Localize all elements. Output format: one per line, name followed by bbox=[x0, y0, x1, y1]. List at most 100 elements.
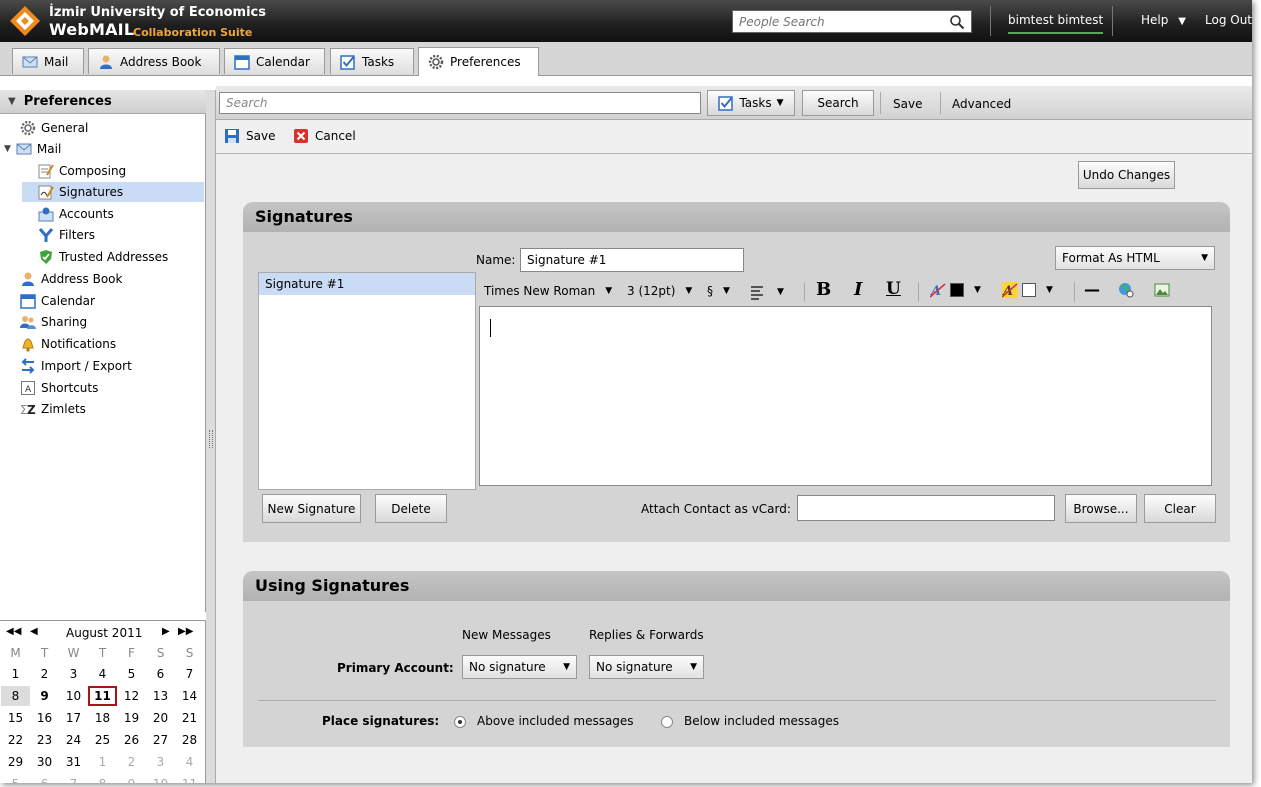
insert-image-button[interactable] bbox=[1154, 282, 1170, 298]
calendar-day[interactable]: 7 bbox=[175, 664, 204, 684]
calendar-day[interactable]: 3 bbox=[146, 752, 175, 772]
calendar-day[interactable]: 24 bbox=[59, 730, 88, 750]
search-icon[interactable] bbox=[949, 14, 965, 30]
calendar-day[interactable]: 6 bbox=[30, 774, 59, 783]
sidebar-item-mail[interactable]: ▼ Mail bbox=[4, 139, 61, 159]
logout-link[interactable]: Log Out bbox=[1205, 13, 1252, 27]
delete-signature-button[interactable]: Delete bbox=[375, 494, 447, 523]
calendar-day[interactable]: 1 bbox=[1, 664, 30, 684]
calendar-day[interactable]: 10 bbox=[146, 774, 175, 783]
browse-button[interactable]: Browse... bbox=[1065, 494, 1137, 523]
vcard-input[interactable] bbox=[797, 495, 1055, 521]
sidebar-item-trusted-addresses[interactable]: Trusted Addresses bbox=[38, 247, 168, 267]
sidebar-item-shortcuts[interactable]: A Shortcuts bbox=[20, 378, 98, 398]
search-scope-menu[interactable]: Tasks ▼ bbox=[707, 90, 795, 116]
calendar-day[interactable]: 9 bbox=[30, 686, 59, 706]
calendar-day[interactable]: 9 bbox=[117, 774, 146, 783]
advanced-search-button[interactable]: Advanced bbox=[952, 97, 1011, 111]
calendar-day[interactable]: 5 bbox=[117, 664, 146, 684]
calendar-day[interactable]: 4 bbox=[175, 752, 204, 772]
user-name-link[interactable]: bimtest bimtest bbox=[1008, 13, 1104, 34]
sidebar-item-calendar[interactable]: Calendar bbox=[20, 291, 95, 311]
sidebar-item-sharing[interactable]: Sharing bbox=[20, 312, 87, 332]
undo-changes-button[interactable]: Undo Changes bbox=[1078, 161, 1175, 189]
calendar-day[interactable]: 14 bbox=[175, 686, 204, 706]
calendar-day[interactable]: 13 bbox=[146, 686, 175, 706]
alignment-select[interactable]: ▼ bbox=[749, 284, 784, 300]
format-select[interactable]: Format As HTML ▼ bbox=[1055, 246, 1215, 270]
save-search-button[interactable]: Save bbox=[893, 97, 922, 111]
sidebar-item-notifications[interactable]: Notifications bbox=[20, 334, 116, 354]
calendar-day[interactable]: 10 bbox=[59, 686, 88, 706]
calendar-day[interactable]: 20 bbox=[146, 708, 175, 728]
calendar-day[interactable]: 21 bbox=[175, 708, 204, 728]
calendar-day[interactable]: 12 bbox=[117, 686, 146, 706]
new-messages-signature-select[interactable]: No signature ▼ bbox=[462, 655, 577, 679]
calendar-day[interactable]: 2 bbox=[30, 664, 59, 684]
new-signature-button[interactable]: New Signature bbox=[262, 494, 361, 523]
below-messages-radio[interactable] bbox=[661, 716, 673, 728]
calendar-day[interactable]: 7 bbox=[59, 774, 88, 783]
next-month-icon[interactable]: ▶ bbox=[162, 626, 170, 637]
calendar-day[interactable]: 26 bbox=[117, 730, 146, 750]
calendar-day[interactable]: 17 bbox=[59, 708, 88, 728]
previous-month-icon[interactable]: ◀ bbox=[30, 626, 38, 637]
calendar-day[interactable]: 3 bbox=[59, 664, 88, 684]
paragraph-style-select[interactable]: § ▼ bbox=[707, 284, 730, 298]
next-year-icon[interactable]: ▶▶ bbox=[178, 626, 193, 637]
people-search-input[interactable] bbox=[733, 11, 943, 32]
horizontal-rule-icon[interactable]: — bbox=[1084, 280, 1100, 299]
search-input[interactable]: Search bbox=[219, 92, 701, 114]
calendar-day[interactable]: 16 bbox=[30, 708, 59, 728]
calendar-day[interactable]: 28 bbox=[175, 730, 204, 750]
calendar-day[interactable]: 22 bbox=[1, 730, 30, 750]
tab-preferences[interactable]: Preferences bbox=[418, 47, 539, 76]
clear-button[interactable]: Clear bbox=[1144, 494, 1216, 523]
font-family-select[interactable]: Times New Roman ▼ bbox=[484, 284, 612, 298]
calendar-day[interactable]: 27 bbox=[146, 730, 175, 750]
calendar-month-label[interactable]: August 2011 bbox=[66, 626, 142, 640]
calendar-day[interactable]: 31 bbox=[59, 752, 88, 772]
tab-mail[interactable]: Mail bbox=[12, 48, 84, 74]
calendar-day[interactable]: 8 bbox=[88, 774, 117, 783]
calendar-day[interactable]: 18 bbox=[88, 708, 117, 728]
calendar-day[interactable]: 19 bbox=[117, 708, 146, 728]
calendar-day[interactable]: 2 bbox=[117, 752, 146, 772]
signature-editor[interactable] bbox=[479, 306, 1212, 486]
bold-icon[interactable]: B bbox=[816, 279, 831, 300]
calendar-day[interactable]: 25 bbox=[88, 730, 117, 750]
sidebar-item-accounts[interactable]: Accounts bbox=[38, 204, 114, 224]
sidebar-item-import-export[interactable]: Import / Export bbox=[20, 356, 132, 376]
calendar-day[interactable]: 8 bbox=[1, 686, 30, 706]
calendar-day[interactable]: 6 bbox=[146, 664, 175, 684]
calendar-day[interactable]: 1 bbox=[88, 752, 117, 772]
sidebar-item-general[interactable]: General bbox=[20, 118, 88, 138]
search-button[interactable]: Search bbox=[802, 90, 874, 116]
tab-tasks[interactable]: Tasks bbox=[330, 48, 414, 74]
calendar-day[interactable]: 23 bbox=[30, 730, 59, 750]
insert-link-button[interactable] bbox=[1118, 282, 1134, 298]
calendar-day[interactable]: 29 bbox=[1, 752, 30, 772]
sidebar-item-filters[interactable]: Filters bbox=[38, 225, 95, 245]
sidebar-item-signatures[interactable]: Signatures bbox=[22, 182, 204, 202]
highlight-color-button[interactable]: A ▼ bbox=[1002, 282, 1053, 298]
sidebar-item-address-book[interactable]: Address Book bbox=[20, 269, 122, 289]
calendar-day[interactable]: 5 bbox=[1, 774, 30, 783]
calendar-day[interactable]: 4 bbox=[88, 664, 117, 684]
underline-icon[interactable]: U bbox=[886, 279, 901, 299]
text-color-button[interactable]: A ▼ bbox=[930, 282, 981, 298]
sidebar-item-zimlets[interactable]: ΣZ Zimlets bbox=[20, 399, 86, 419]
sidebar-item-composing[interactable]: Composing bbox=[38, 161, 126, 181]
cancel-button[interactable]: Cancel bbox=[293, 128, 356, 144]
help-menu[interactable]: Help ▼ bbox=[1141, 13, 1186, 27]
above-messages-radio[interactable] bbox=[454, 716, 466, 728]
tab-address-book[interactable]: Address Book bbox=[88, 48, 220, 74]
sidebar-splitter[interactable] bbox=[206, 90, 216, 783]
font-size-select[interactable]: 3 (12pt) ▼ bbox=[627, 284, 692, 298]
calendar-day[interactable]: 30 bbox=[30, 752, 59, 772]
tab-calendar[interactable]: Calendar bbox=[224, 48, 325, 74]
previous-year-icon[interactable]: ◀◀ bbox=[6, 626, 21, 637]
replies-signature-select[interactable]: No signature ▼ bbox=[589, 655, 704, 679]
sidebar-header[interactable]: ▼ Preferences bbox=[0, 90, 206, 114]
calendar-day[interactable]: 11 bbox=[175, 774, 204, 783]
